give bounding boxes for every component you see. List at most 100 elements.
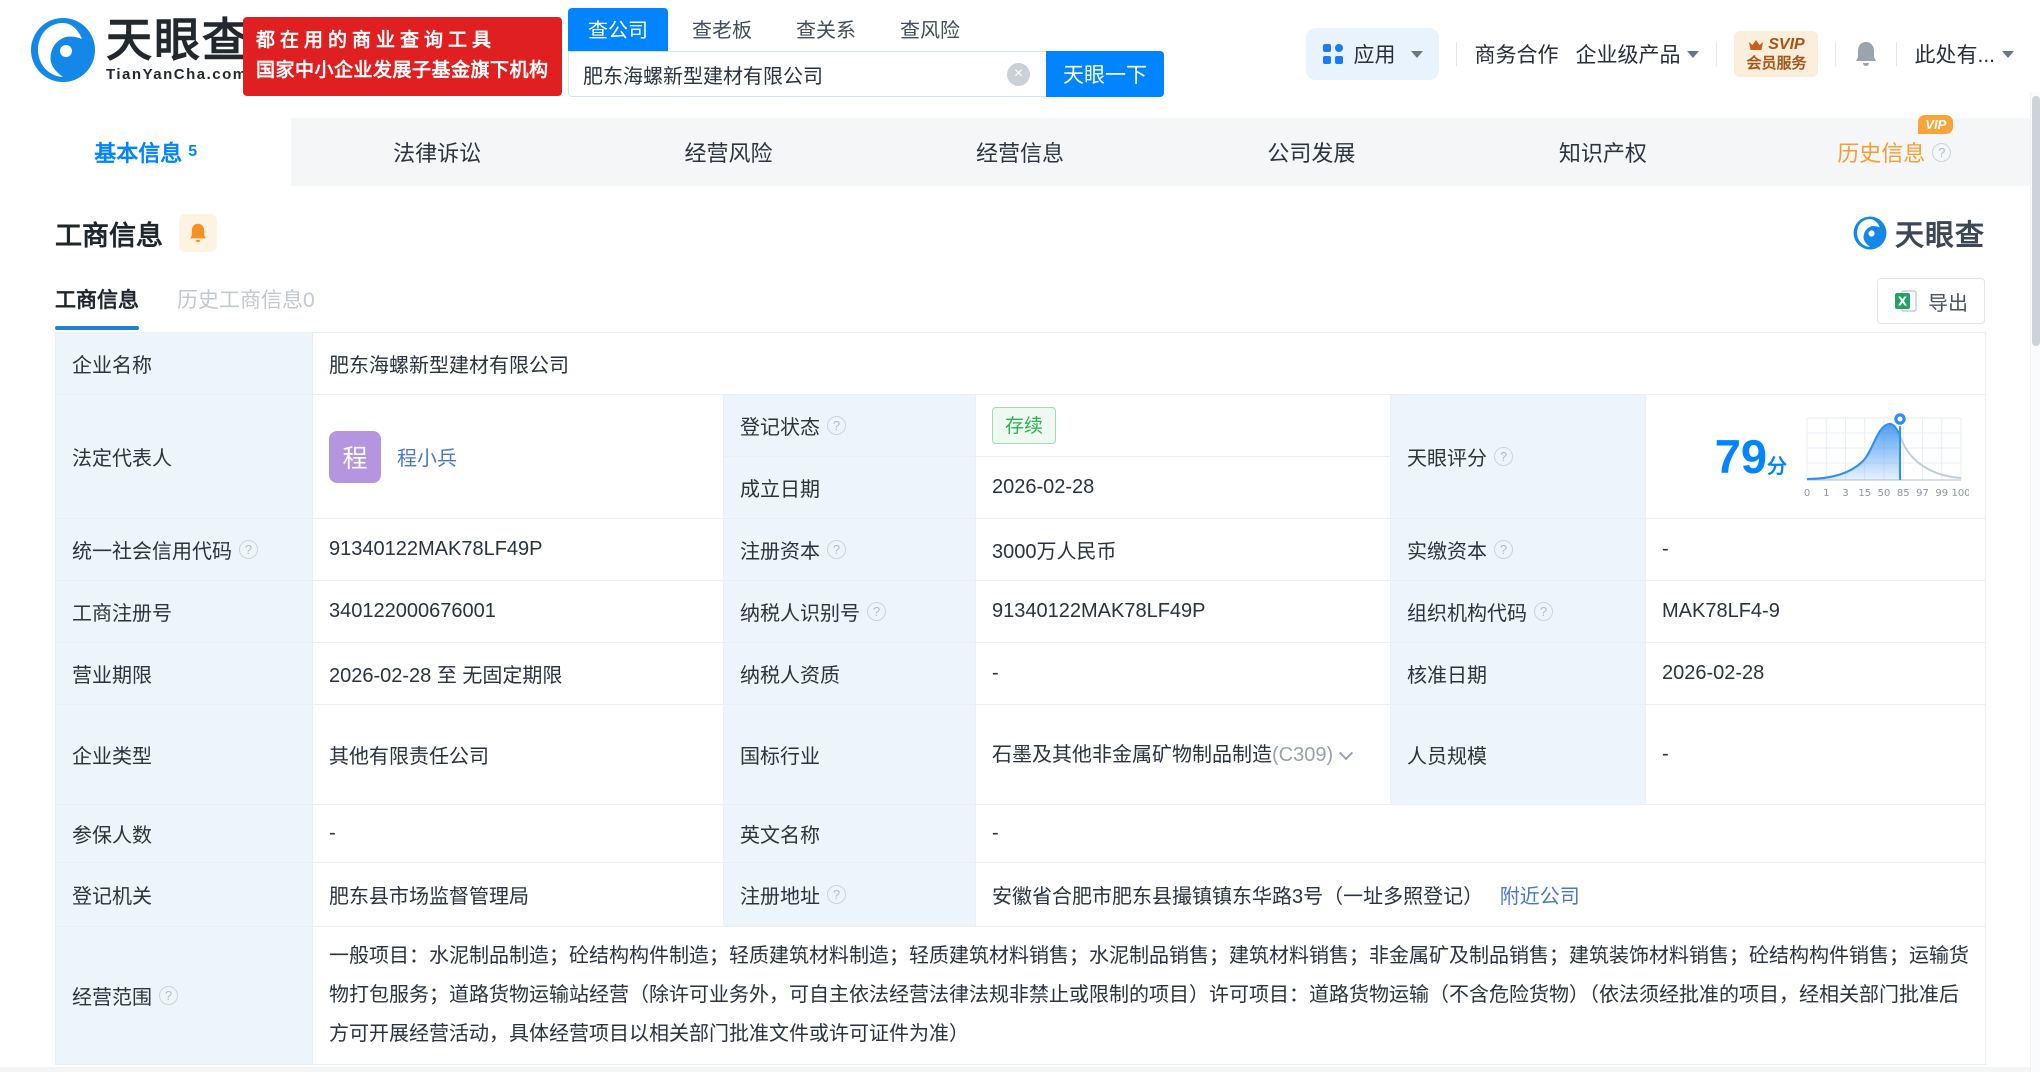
search-tabs: 查公司 查老板 查关系 查风险 xyxy=(568,8,1164,51)
field-value: - xyxy=(975,642,1391,705)
table-row: 参保人数 - 英文名称 - xyxy=(55,804,1987,863)
logo-domain: TianYanCha.com xyxy=(106,66,248,84)
field-label: 登记状态? xyxy=(723,394,976,457)
help-icon[interactable]: ? xyxy=(827,885,846,904)
divider xyxy=(1835,42,1837,66)
help-icon[interactable]: ? xyxy=(1932,142,1952,162)
search-area: 查公司 查老板 查关系 查风险 × 天眼一下 xyxy=(568,8,1164,97)
top-header: 天眼查 TianYanCha.com 都在用的商业查询工具 国家中小企业发展子基… xyxy=(0,0,2040,100)
field-label: 法定代表人 xyxy=(55,394,313,519)
logo-brand: 天眼查 xyxy=(106,14,250,66)
help-icon[interactable]: ? xyxy=(1534,602,1553,621)
chevron-down-icon[interactable] xyxy=(1339,745,1354,760)
tab-label: 经营信息 xyxy=(975,141,1064,166)
search-input[interactable] xyxy=(568,51,1046,97)
chevron-down-icon xyxy=(1411,50,1424,58)
export-button[interactable]: X 导出 xyxy=(1877,278,1985,324)
subtab-label: 历史工商信息 xyxy=(177,289,303,312)
user-menu-label: 此处有... xyxy=(1914,44,1995,67)
nearby-companies-link[interactable]: 附近公司 xyxy=(1500,886,1580,908)
scrollbar-track[interactable] xyxy=(2030,92,2040,1072)
subtab-history-business-info[interactable]: 历史工商信息0 xyxy=(177,284,315,330)
help-icon[interactable]: ? xyxy=(1494,540,1513,559)
field-value: 2026-02-28 xyxy=(1644,642,1987,705)
field-label: 注册地址? xyxy=(723,862,976,927)
tab-company-development[interactable]: 公司发展 xyxy=(1166,118,1457,186)
subtab-business-info[interactable]: 工商信息 xyxy=(55,284,139,330)
field-label: 营业期限 xyxy=(55,642,313,705)
table-row: 营业期限 2026-02-28 至 无固定期限 纳税人资质 - 核准日期 202… xyxy=(55,642,1987,705)
legal-rep-link[interactable]: 程小兵 xyxy=(397,442,457,471)
crown-icon xyxy=(1749,39,1764,50)
vip-tag: VIP xyxy=(1918,115,1954,134)
promo-line2: 国家中小企业发展子基金旗下机构 xyxy=(256,60,549,82)
tab-history-info[interactable]: 历史信息 VIP ? xyxy=(1749,115,2040,186)
field-value: - xyxy=(312,804,724,863)
tab-label: 经营风险 xyxy=(684,141,773,166)
field-label: 成立日期 xyxy=(723,456,976,519)
svip-member-badge[interactable]: SVIP 会员服务 xyxy=(1734,30,1819,78)
section-title: 工商信息 xyxy=(55,220,163,251)
help-icon[interactable]: ? xyxy=(827,416,846,435)
tab-operating-info[interactable]: 经营信息 xyxy=(874,118,1165,186)
chevron-down-icon xyxy=(2002,50,2014,58)
logo-text: 天眼查 TianYanCha.com xyxy=(106,14,250,84)
tab-label: 知识产权 xyxy=(1558,141,1647,166)
help-icon[interactable]: ? xyxy=(867,602,886,621)
help-icon[interactable]: ? xyxy=(1494,447,1513,466)
tianyancha-logo[interactable]: 天眼查 TianYanCha.com xyxy=(30,16,250,83)
excel-export-icon: X xyxy=(1895,290,1917,312)
address-cell: 安徽省合肥市肥东县撮镇镇东华路3号（一址多照登记） 附近公司 xyxy=(974,862,1987,927)
field-label: 参保人数 xyxy=(55,804,313,863)
subscribe-bell-button[interactable] xyxy=(179,214,217,252)
tianyancha-logo-icon xyxy=(1853,216,1887,250)
tab-operating-risk[interactable]: 经营风险 xyxy=(583,118,874,186)
main-content: 工商信息 天眼查 工商信息 历史工商信息0 X 导出 企业名称 肥东海螺新型建材… xyxy=(0,212,2040,1065)
industry-code: (C309) xyxy=(1272,743,1334,766)
legal-rep-cell: 程 程小兵 xyxy=(312,394,724,519)
scrollbar-thumb[interactable] xyxy=(2032,96,2040,346)
user-menu[interactable]: 此处有... xyxy=(1914,39,2014,69)
field-label: 工商注册号 xyxy=(55,580,313,643)
search-tab-boss[interactable]: 查老板 xyxy=(692,8,752,51)
table-row: 法定代表人 程 程小兵 登记状态? 存续 天眼评分? 79分 0 1 3 15 … xyxy=(55,394,1987,519)
help-icon[interactable]: ? xyxy=(239,540,258,559)
tianyancha-logo-icon xyxy=(31,17,95,82)
divider xyxy=(1896,42,1898,66)
svg-text:85: 85 xyxy=(1897,488,1910,499)
svg-text:15: 15 xyxy=(1858,488,1871,499)
apps-menu[interactable]: 应用 xyxy=(1306,28,1440,80)
avatar[interactable]: 程 xyxy=(329,430,381,483)
search-tab-risk[interactable]: 查风险 xyxy=(900,8,960,51)
help-icon[interactable]: ? xyxy=(159,986,178,1005)
tab-label: 基本信息 xyxy=(94,141,183,166)
tab-legal-proceedings[interactable]: 法律诉讼 xyxy=(291,118,582,186)
tab-count: 5 xyxy=(188,143,198,160)
table-row: 企业类型 其他有限责任公司 国标行业 石墨及其他非金属矿物制品制造(C309) … xyxy=(55,704,1987,805)
field-value: - xyxy=(1644,704,1987,805)
search-tab-relation[interactable]: 查关系 xyxy=(796,8,856,51)
table-row: 企业名称 肥东海螺新型建材有限公司 xyxy=(55,332,1987,395)
clear-icon[interactable]: × xyxy=(1007,63,1030,86)
notification-bell-icon[interactable] xyxy=(1853,40,1879,68)
search-button[interactable]: 天眼一下 xyxy=(1046,51,1164,97)
promo-badge: 都在用的商业查询工具 国家中小企业发展子基金旗下机构 xyxy=(243,17,562,96)
nav-business-cooperation[interactable]: 商务合作 xyxy=(1474,39,1558,69)
nav-enterprise-products[interactable]: 企业级产品 xyxy=(1575,39,1700,69)
chevron-down-icon xyxy=(1687,50,1700,58)
field-label: 纳税人识别号? xyxy=(723,580,976,643)
field-value: - xyxy=(974,804,1987,863)
field-label: 组织机构代码? xyxy=(1390,580,1646,643)
tab-intellectual-property[interactable]: 知识产权 xyxy=(1457,118,1748,186)
svg-text:0: 0 xyxy=(1804,488,1810,499)
table-row: 统一社会信用代码? 91340122MAK78LF49P 注册资本? 3000万… xyxy=(55,518,1987,581)
tab-basic-info[interactable]: 基本信息 5 xyxy=(0,118,292,186)
tab-label: 法律诉讼 xyxy=(393,141,482,166)
table-row: 经营范围? 一般项目：水泥制品制造；砼结构构件制造；轻质建筑材料制造；轻质建筑材… xyxy=(55,926,1987,1065)
search-tab-company[interactable]: 查公司 xyxy=(568,8,668,51)
export-label: 导出 xyxy=(1928,292,1968,315)
field-label: 纳税人资质 xyxy=(723,642,976,705)
field-label: 注册资本? xyxy=(723,518,976,581)
company-nav-tabs: 基本信息 5 法律诉讼 经营风险 经营信息 公司发展 知识产权 历史信息 VIP… xyxy=(0,115,2040,186)
help-icon[interactable]: ? xyxy=(827,540,846,559)
